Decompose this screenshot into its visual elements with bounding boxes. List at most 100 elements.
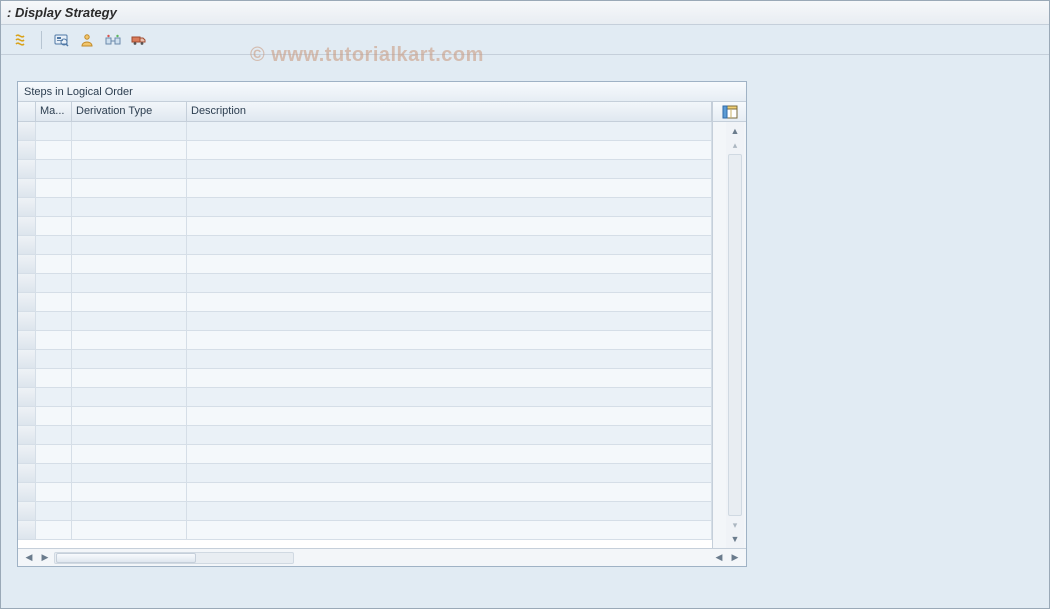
cell-description[interactable] xyxy=(187,236,712,254)
cell-description[interactable] xyxy=(187,217,712,235)
table-row[interactable] xyxy=(18,236,712,255)
cell-derivation-type[interactable] xyxy=(72,122,187,140)
scroll-down-step-icon[interactable]: ▾ xyxy=(728,518,742,532)
row-selector[interactable] xyxy=(18,388,36,406)
row-selector[interactable] xyxy=(18,407,36,425)
hscroll-thumb[interactable] xyxy=(56,553,196,563)
cell-ma[interactable] xyxy=(36,388,72,406)
cell-derivation-type[interactable] xyxy=(72,217,187,235)
cell-derivation-type[interactable] xyxy=(72,445,187,463)
scroll-right-icon[interactable]: ◀ xyxy=(712,551,726,565)
cell-description[interactable] xyxy=(187,293,712,311)
cell-description[interactable] xyxy=(187,255,712,273)
trace-icon[interactable] xyxy=(102,29,124,51)
column-ma[interactable]: Ma... xyxy=(36,102,72,121)
cell-derivation-type[interactable] xyxy=(72,502,187,520)
cell-description[interactable] xyxy=(187,312,712,330)
cell-ma[interactable] xyxy=(36,502,72,520)
table-row[interactable] xyxy=(18,464,712,483)
hscroll-track-left[interactable] xyxy=(54,552,294,564)
row-selector[interactable] xyxy=(18,350,36,368)
cell-derivation-type[interactable] xyxy=(72,369,187,387)
table-row[interactable] xyxy=(18,274,712,293)
scroll-up-step-icon[interactable]: ▴ xyxy=(728,138,742,152)
user-icon[interactable] xyxy=(76,29,98,51)
cell-description[interactable] xyxy=(187,331,712,349)
table-row[interactable] xyxy=(18,312,712,331)
cell-description[interactable] xyxy=(187,426,712,444)
cell-ma[interactable] xyxy=(36,236,72,254)
table-row[interactable] xyxy=(18,179,712,198)
table-row[interactable] xyxy=(18,502,712,521)
table-row[interactable] xyxy=(18,198,712,217)
cell-ma[interactable] xyxy=(36,483,72,501)
cell-description[interactable] xyxy=(187,160,712,178)
row-selector[interactable] xyxy=(18,293,36,311)
table-row[interactable] xyxy=(18,350,712,369)
cell-description[interactable] xyxy=(187,122,712,140)
table-row[interactable] xyxy=(18,141,712,160)
cell-derivation-type[interactable] xyxy=(72,464,187,482)
cell-derivation-type[interactable] xyxy=(72,426,187,444)
cell-ma[interactable] xyxy=(36,521,72,539)
row-selector[interactable] xyxy=(18,179,36,197)
table-settings-button[interactable] xyxy=(713,102,746,122)
cell-derivation-type[interactable] xyxy=(72,483,187,501)
cell-derivation-type[interactable] xyxy=(72,198,187,216)
scroll-last-icon[interactable]: ▶ xyxy=(728,551,742,565)
cell-description[interactable] xyxy=(187,350,712,368)
table-row[interactable] xyxy=(18,521,712,540)
cell-description[interactable] xyxy=(187,179,712,197)
table-row[interactable] xyxy=(18,407,712,426)
cell-description[interactable] xyxy=(187,388,712,406)
column-selector[interactable] xyxy=(18,102,36,121)
cell-ma[interactable] xyxy=(36,255,72,273)
row-selector[interactable] xyxy=(18,274,36,292)
row-selector[interactable] xyxy=(18,445,36,463)
cell-derivation-type[interactable] xyxy=(72,331,187,349)
cell-ma[interactable] xyxy=(36,407,72,425)
cell-ma[interactable] xyxy=(36,122,72,140)
cell-ma[interactable] xyxy=(36,369,72,387)
cell-description[interactable] xyxy=(187,445,712,463)
cell-ma[interactable] xyxy=(36,160,72,178)
row-selector[interactable] xyxy=(18,331,36,349)
cell-derivation-type[interactable] xyxy=(72,236,187,254)
cell-ma[interactable] xyxy=(36,198,72,216)
cell-derivation-type[interactable] xyxy=(72,141,187,159)
row-selector[interactable] xyxy=(18,464,36,482)
cell-ma[interactable] xyxy=(36,141,72,159)
cell-description[interactable] xyxy=(187,407,712,425)
row-selector[interactable] xyxy=(18,141,36,159)
cell-ma[interactable] xyxy=(36,179,72,197)
row-selector[interactable] xyxy=(18,369,36,387)
row-selector[interactable] xyxy=(18,521,36,539)
cell-derivation-type[interactable] xyxy=(72,312,187,330)
cell-description[interactable] xyxy=(187,141,712,159)
table-row[interactable] xyxy=(18,122,712,141)
table-row[interactable] xyxy=(18,445,712,464)
horizontal-scrollbar[interactable]: ◀ ▶ ◀ ▶ xyxy=(18,548,746,566)
vertical-scrollbar[interactable]: ▲ ▴ ▾ ▼ xyxy=(726,122,744,548)
edit-icon[interactable] xyxy=(11,29,33,51)
row-selector[interactable] xyxy=(18,426,36,444)
row-selector[interactable] xyxy=(18,122,36,140)
table-row[interactable] xyxy=(18,426,712,445)
cell-derivation-type[interactable] xyxy=(72,293,187,311)
row-selector[interactable] xyxy=(18,198,36,216)
table-row[interactable] xyxy=(18,255,712,274)
table-row[interactable] xyxy=(18,483,712,502)
cell-description[interactable] xyxy=(187,464,712,482)
cell-derivation-type[interactable] xyxy=(72,255,187,273)
cell-description[interactable] xyxy=(187,521,712,539)
scroll-down-icon[interactable]: ▼ xyxy=(728,532,742,546)
scroll-first-icon[interactable]: ◀ xyxy=(22,551,36,565)
cell-ma[interactable] xyxy=(36,350,72,368)
table-row[interactable] xyxy=(18,293,712,312)
cell-description[interactable] xyxy=(187,502,712,520)
cell-description[interactable] xyxy=(187,198,712,216)
cell-ma[interactable] xyxy=(36,426,72,444)
row-selector[interactable] xyxy=(18,312,36,330)
cell-description[interactable] xyxy=(187,483,712,501)
truck-icon[interactable] xyxy=(128,29,150,51)
